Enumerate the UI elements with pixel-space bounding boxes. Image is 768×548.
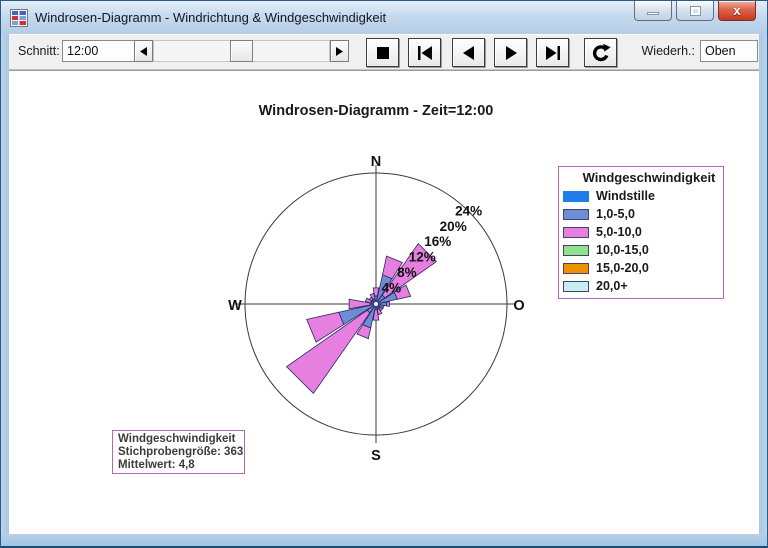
legend-label: 1,0-5,0 <box>596 207 635 221</box>
window-frame-bottom <box>0 534 768 548</box>
legend-item: 1,0-5,0 <box>563 205 717 223</box>
legend-label: 10,0-15,0 <box>596 243 649 257</box>
ring-label: 4% <box>382 281 402 296</box>
legend-box: Windgeschwindigkeit Windstille 1,0-5,0 5,0… <box>558 166 724 299</box>
ring-label: 20% <box>440 219 467 234</box>
legend-swatch <box>563 208 589 220</box>
schnitt-label: Schnitt: <box>18 44 60 58</box>
stop-button[interactable] <box>366 38 399 67</box>
window-frame-right <box>759 34 768 534</box>
wiederh-label: Wiederh.: <box>641 44 696 58</box>
next-button[interactable] <box>494 38 527 67</box>
compass-south-label: S <box>371 448 381 464</box>
close-button[interactable]: x <box>718 1 756 21</box>
close-icon: x <box>733 3 741 18</box>
app-window: Windrosen-Diagramm - Windrichtung & Wind… <box>0 0 768 548</box>
compass-north-label: N <box>371 154 381 170</box>
repeat-icon <box>592 43 611 61</box>
stats-box: Windgeschwindigkeit Stichprobengröße: 36… <box>112 430 245 474</box>
window-title: Windrosen-Diagramm - Windrichtung & Wind… <box>35 10 387 25</box>
wiederh-input[interactable] <box>700 40 758 62</box>
legend-item: 15,0-20,0 <box>563 259 717 277</box>
slider-right-button[interactable] <box>330 40 349 62</box>
legend-label: 5,0-10,0 <box>596 225 642 239</box>
last-button[interactable] <box>536 38 569 67</box>
window-frame-left <box>0 34 9 534</box>
legend-swatch <box>563 280 589 292</box>
previous-button[interactable] <box>452 38 485 67</box>
legend-swatch <box>563 226 589 238</box>
repeat-button[interactable] <box>584 38 617 67</box>
rose-petal-segment <box>386 301 390 307</box>
app-icon <box>10 9 28 27</box>
step-forward-icon <box>505 45 517 60</box>
first-button[interactable] <box>408 38 441 67</box>
time-slider-thumb[interactable] <box>230 40 253 62</box>
legend-title: Windgeschwindigkeit <box>582 170 716 185</box>
maximize-button[interactable] <box>676 1 714 21</box>
time-slider-track[interactable] <box>153 40 330 62</box>
maximize-icon <box>689 5 701 16</box>
ring-label: 24% <box>455 203 482 218</box>
stats-sample-size: Stichprobengröße: 363 <box>118 446 244 458</box>
legend-swatch <box>563 190 589 202</box>
stop-icon <box>376 46 389 59</box>
legend-swatch <box>563 262 589 274</box>
skip-to-start-icon <box>417 45 432 60</box>
rose-center <box>373 301 379 307</box>
legend-item: 20,0+ <box>563 277 717 295</box>
legend-item: 5,0-10,0 <box>563 223 717 241</box>
compass-east-label: O <box>513 298 524 314</box>
step-back-icon <box>462 45 474 60</box>
stats-mean: Mittelwert: 4,8 <box>118 459 195 471</box>
minimize-button[interactable] <box>634 1 672 21</box>
skip-to-end-icon <box>545 45 560 60</box>
legend-label: Windstille <box>596 189 655 203</box>
legend-swatch <box>563 244 589 256</box>
titlebar: Windrosen-Diagramm - Windrichtung & Wind… <box>0 0 768 34</box>
legend-item: Windstille <box>563 187 717 205</box>
legend-label: 20,0+ <box>596 279 628 293</box>
legend-item: 10,0-15,0 <box>563 241 717 259</box>
legend-items: Windstille 1,0-5,0 5,0-10,0 10,0-15,0 15,0-2… <box>563 187 717 295</box>
compass-west-label: W <box>228 298 242 314</box>
slider-left-button[interactable] <box>134 40 153 62</box>
rose-ring-labels: 4%8%12%16%20%24% <box>382 203 482 295</box>
ring-label: 8% <box>397 265 417 280</box>
legend-label: 15,0-20,0 <box>596 261 649 275</box>
stats-title: Windgeschwindigkeit <box>118 433 236 445</box>
schnitt-input[interactable] <box>62 40 135 62</box>
ring-label: 12% <box>409 250 436 265</box>
right-arrow-icon <box>335 46 343 56</box>
ring-label: 16% <box>424 234 451 249</box>
minimize-icon <box>647 12 659 15</box>
chart-canvas: Windrosen-Diagramm - Zeit=12:00 4% 8% 12% 1… <box>9 70 759 534</box>
left-arrow-icon <box>139 46 147 56</box>
